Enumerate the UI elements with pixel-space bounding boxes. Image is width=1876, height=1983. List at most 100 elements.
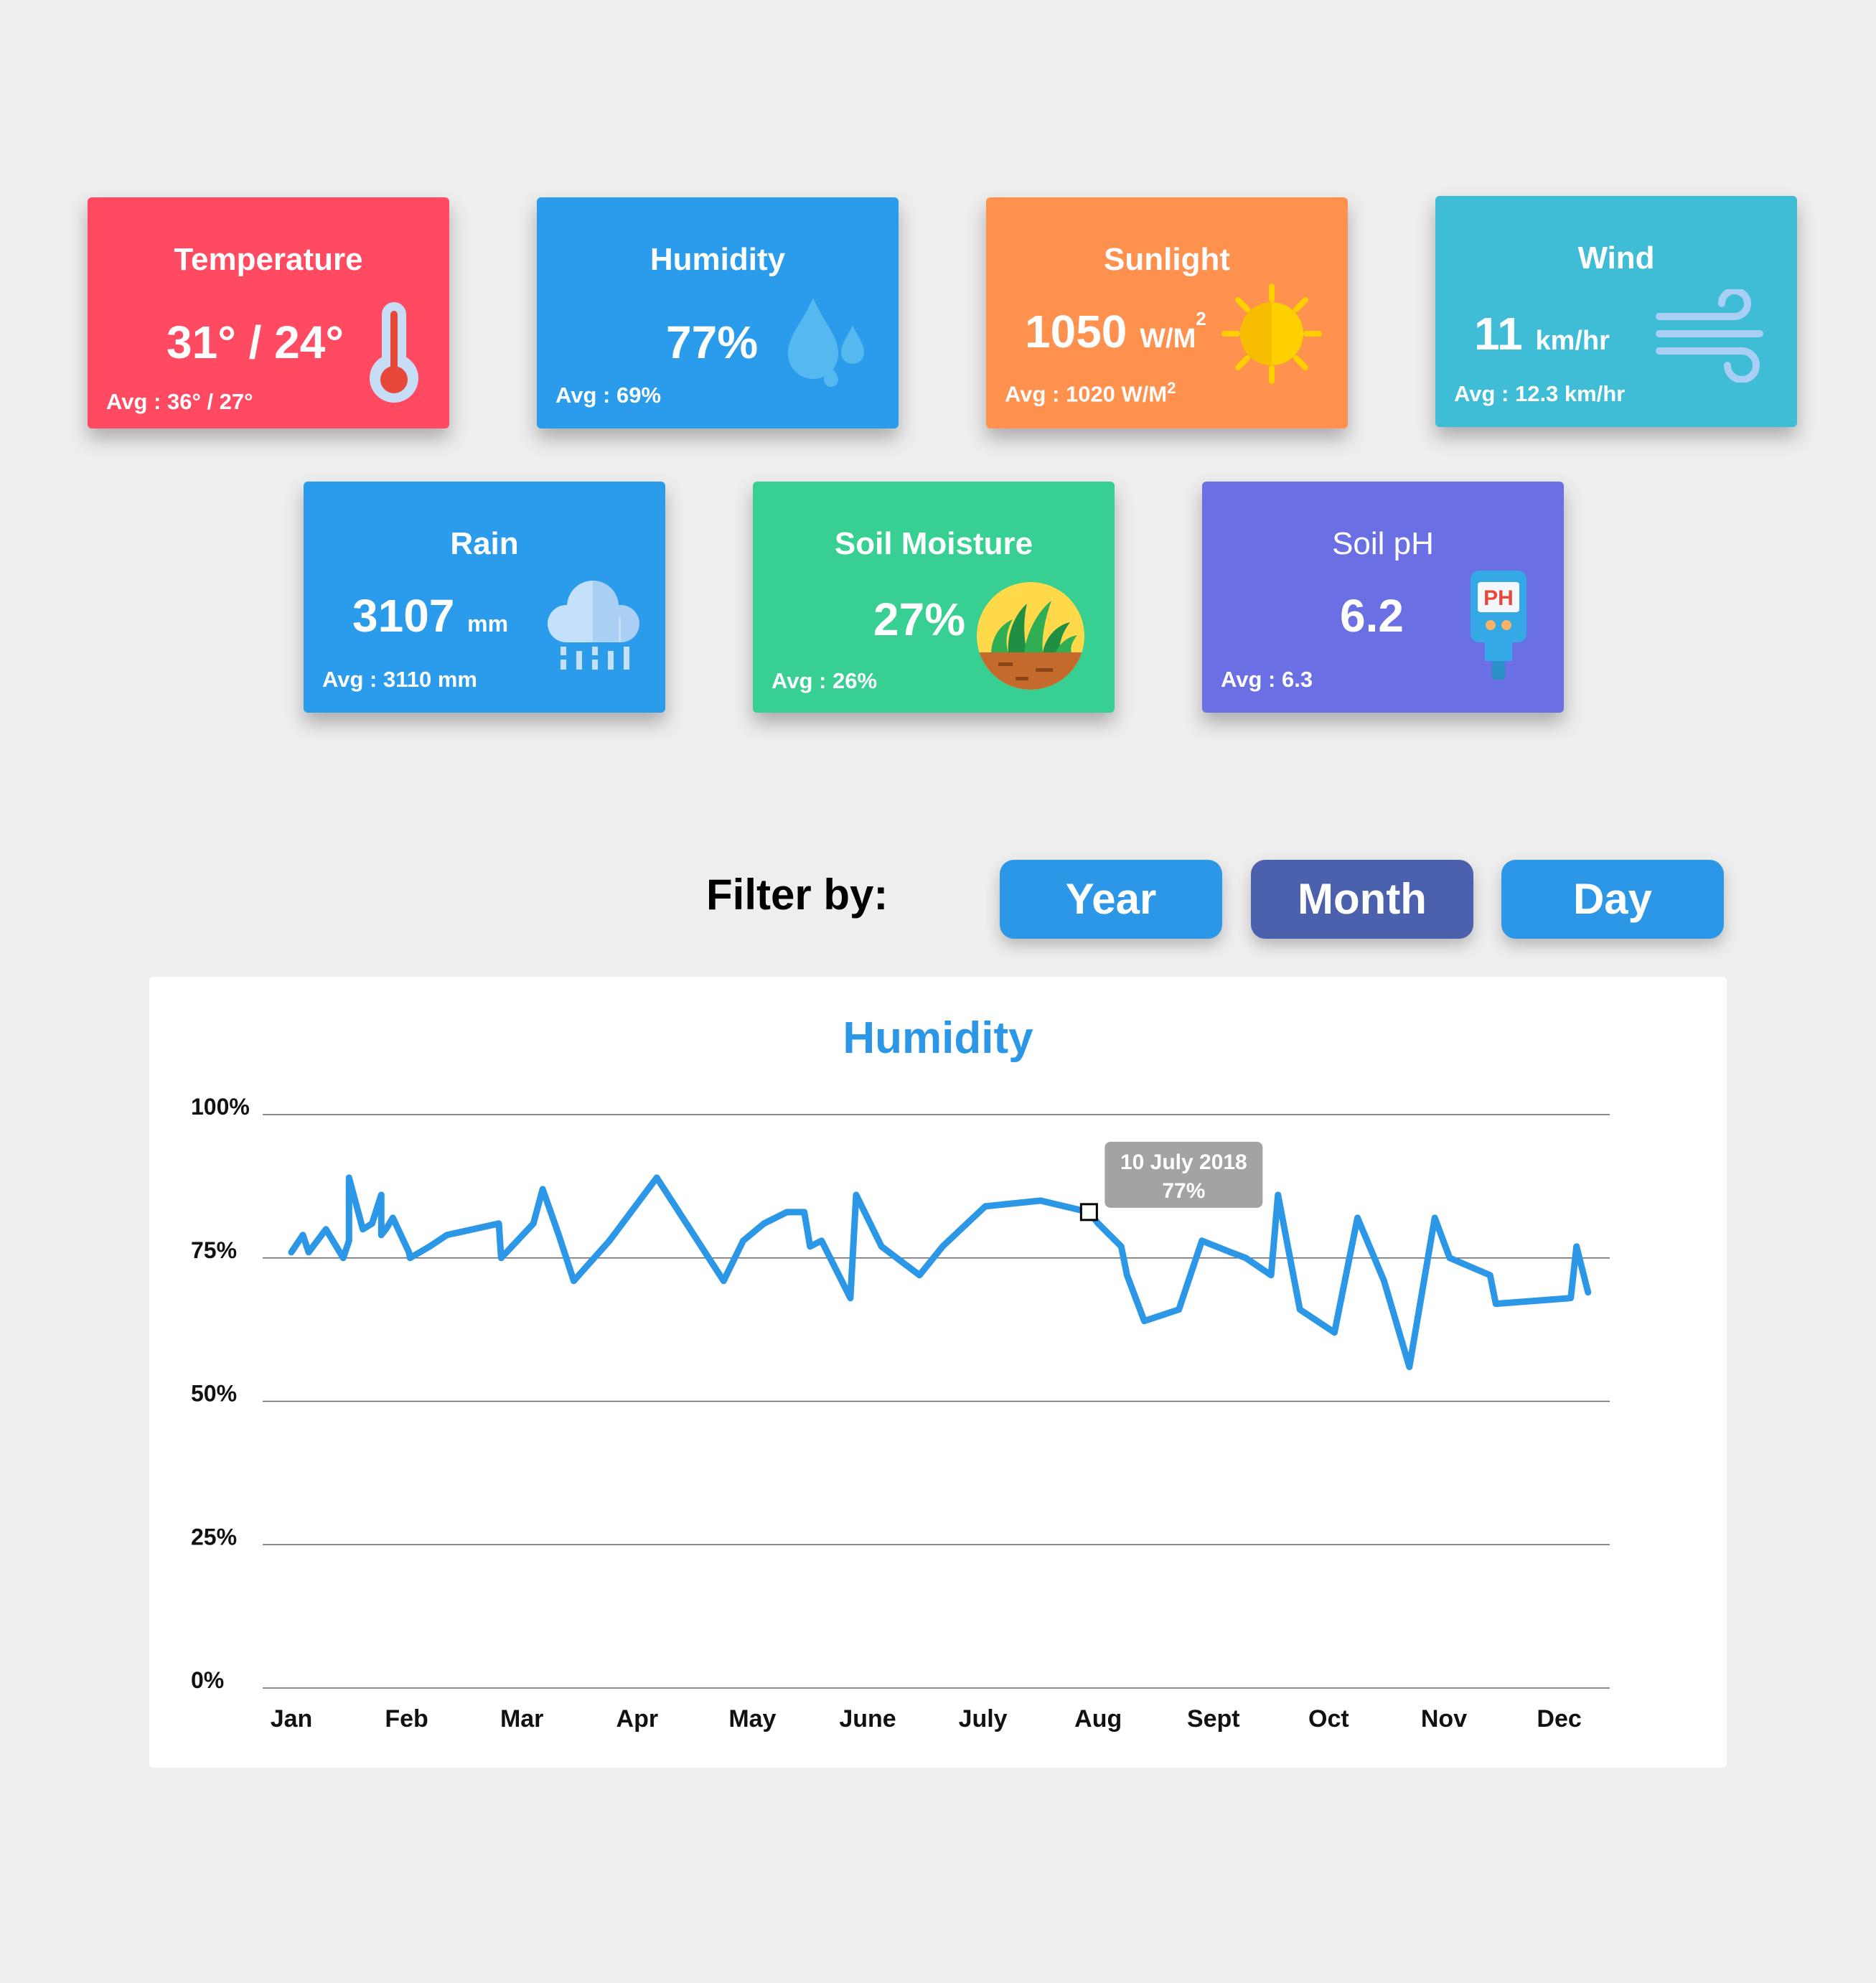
water-drops-icon xyxy=(788,298,864,387)
wind-card[interactable]: Wind 11 km/hr Avg : 12.3 km/hr xyxy=(1435,196,1797,427)
x-tick-label: July xyxy=(959,1705,1008,1733)
data-point xyxy=(820,1239,823,1242)
data-point xyxy=(1276,1193,1280,1196)
x-tick-label: June xyxy=(839,1705,896,1733)
card-title: Sunlight xyxy=(1104,242,1230,277)
card-value-number: 11 xyxy=(1474,308,1523,360)
card-value: 27% xyxy=(873,594,966,645)
data-point xyxy=(572,1279,576,1283)
data-point xyxy=(541,1187,545,1191)
x-tick-label: Jan xyxy=(271,1705,313,1733)
data-point xyxy=(722,1279,726,1283)
x-tick-label: Mar xyxy=(500,1705,543,1733)
soil-ph-card[interactable]: Soil pH 6.2 Avg : 6.3 PH xyxy=(1202,482,1564,713)
data-point xyxy=(608,1239,611,1242)
filter-label: Filter by: xyxy=(706,871,888,919)
data-point xyxy=(1407,1365,1411,1369)
data-point xyxy=(918,1273,921,1277)
x-tick-label: Dec xyxy=(1537,1705,1581,1733)
data-point xyxy=(445,1233,449,1237)
data-point xyxy=(1333,1331,1336,1334)
wind-icon xyxy=(1656,289,1763,383)
data-point xyxy=(347,1176,351,1179)
data-point xyxy=(1097,1222,1100,1225)
card-value: 31° / 24° xyxy=(167,317,344,368)
card-avg-text: Avg : 1020 W/M xyxy=(1005,381,1168,407)
data-point xyxy=(1575,1244,1578,1248)
data-point xyxy=(557,1233,561,1237)
card-title: Humidity xyxy=(649,242,786,277)
data-point xyxy=(854,1193,858,1196)
humidity-card[interactable]: Humidity 77% Avg : 69% xyxy=(537,197,899,428)
humidity-chart-panel: Humidity 0% 25% 50% 75% 100% Jan Feb Mar Apr May J… xyxy=(149,977,1727,1768)
data-point xyxy=(1586,1290,1590,1294)
y-tick-label: 50% xyxy=(191,1381,237,1407)
data-point xyxy=(808,1244,812,1248)
grass-soil-icon xyxy=(977,582,1084,690)
card-value: 77% xyxy=(666,317,759,368)
x-tick-label: Oct xyxy=(1308,1705,1349,1733)
card-avg: Avg : 1020 W/M2 xyxy=(1005,379,1176,407)
card-avg: Avg : 12.3 km/hr xyxy=(1454,381,1626,406)
y-tick-label: 75% xyxy=(191,1237,237,1263)
data-point xyxy=(428,1244,431,1248)
temperature-card[interactable]: Temperature 31° / 24° Avg : 36° / 27° xyxy=(88,197,449,428)
y-tick-label: 0% xyxy=(191,1667,224,1693)
data-point xyxy=(497,1222,501,1225)
card-value: 3107 mm xyxy=(352,589,508,642)
x-tick-label: Nov xyxy=(1421,1705,1467,1733)
sunlight-card[interactable]: Sunlight 1050 W/M2 Avg : 1020 W/M2 xyxy=(986,197,1348,428)
card-avg: Avg : 36° / 27° xyxy=(106,389,253,414)
card-unit-superscript: 2 xyxy=(1196,308,1206,329)
data-point xyxy=(1494,1302,1498,1305)
data-point xyxy=(880,1244,883,1248)
card-value: 6.2 xyxy=(1340,590,1404,642)
card-title: Soil Moisture xyxy=(834,526,1033,561)
data-point xyxy=(741,1239,745,1242)
card-avg: Avg : 26% xyxy=(771,668,878,693)
rain-card[interactable]: Rain 3107 mm Avg : 3110 mm xyxy=(304,482,665,713)
data-point xyxy=(370,1222,374,1225)
filter-day-button[interactable]: Day xyxy=(1501,860,1724,939)
data-point xyxy=(384,1227,388,1231)
y-tick-label: 25% xyxy=(191,1524,237,1550)
data-point xyxy=(655,1176,659,1179)
card-avg: Avg : 6.3 xyxy=(1221,667,1313,692)
tooltip-value: 77% xyxy=(1162,1179,1205,1203)
x-tick-label: Aug xyxy=(1074,1705,1122,1733)
data-point xyxy=(785,1210,789,1214)
data-point xyxy=(983,1204,987,1208)
data-point xyxy=(1125,1273,1129,1277)
card-avg: Avg : 69% xyxy=(555,383,662,408)
svg-text:PH: PH xyxy=(1483,586,1514,610)
data-point xyxy=(301,1233,305,1237)
data-point xyxy=(1433,1216,1437,1219)
humidity-line-chart: 0% 25% 50% 75% 100% Jan Feb Mar Apr May June July Au… xyxy=(191,1094,1610,1733)
ph-meter-icon: PH xyxy=(1471,571,1526,680)
card-value: 11 km/hr xyxy=(1474,307,1610,360)
card-unit: mm xyxy=(467,611,509,637)
data-point xyxy=(1229,1250,1232,1254)
data-point xyxy=(361,1227,365,1231)
data-point xyxy=(1488,1273,1492,1277)
data-point xyxy=(1244,1256,1247,1260)
data-point xyxy=(1200,1239,1204,1242)
thermometer-icon xyxy=(370,302,418,403)
data-point xyxy=(408,1256,412,1260)
card-avg-superscript: 2 xyxy=(1167,379,1176,397)
data-point xyxy=(1177,1308,1181,1311)
data-point xyxy=(307,1250,311,1254)
hover-marker xyxy=(1079,1203,1098,1222)
data-point xyxy=(324,1227,328,1231)
card-value: 1050 W/M2 xyxy=(1025,305,1206,358)
card-title: Soil pH xyxy=(1332,526,1434,561)
data-point xyxy=(342,1256,345,1260)
soil-moisture-card[interactable]: Soil Moisture 27% Avg : 26% xyxy=(753,482,1115,713)
data-point xyxy=(1270,1273,1273,1277)
data-point xyxy=(500,1256,503,1260)
filter-month-button[interactable]: Month xyxy=(1251,860,1473,939)
sun-icon xyxy=(1221,283,1322,384)
data-point xyxy=(1448,1256,1452,1260)
data-point xyxy=(380,1233,383,1237)
filter-year-button[interactable]: Year xyxy=(1000,860,1222,939)
